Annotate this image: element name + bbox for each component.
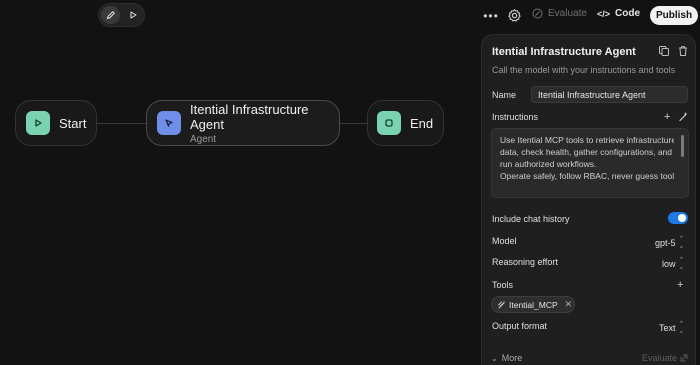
end-node[interactable]: End xyxy=(367,100,444,146)
name-label: Name xyxy=(492,90,517,100)
model-select[interactable]: gpt-5 ⌃ ⌄ xyxy=(655,236,684,250)
evaluate-link[interactable]: Evaluate xyxy=(642,353,688,363)
cursor-icon xyxy=(157,111,181,135)
code-icon: </> xyxy=(597,8,611,19)
output-format-select[interactable]: Text ⌃ ⌄ xyxy=(659,321,684,335)
chevron-down-icon: ⌄ xyxy=(491,353,498,363)
play-icon xyxy=(26,111,50,135)
pencil-icon xyxy=(106,10,115,20)
instructions-line: data, check health, gather configuration… xyxy=(500,147,673,157)
magic-wand-icon[interactable] xyxy=(678,111,689,122)
more-label: More xyxy=(501,353,523,363)
reasoning-effort-select[interactable]: low ⌃ ⌄ xyxy=(662,257,684,271)
instructions-line: Operate safely, follow RBAC, never guess… xyxy=(500,171,674,181)
trash-icon[interactable] xyxy=(677,45,689,57)
edit-mode-button[interactable] xyxy=(101,6,120,24)
instructions-scrollbar[interactable] xyxy=(681,135,684,157)
node-properties-panel: Itential Infrastructure Agent Call the m… xyxy=(481,34,696,365)
edge-start-agent xyxy=(97,123,146,124)
copy-icon[interactable] xyxy=(658,45,670,57)
publish-button[interactable]: Publish xyxy=(650,6,698,25)
instructions-label: Instructions xyxy=(492,112,539,122)
edge-agent-end xyxy=(340,123,367,124)
include-chat-history-label: Include chat history xyxy=(492,214,570,224)
workflow-canvas[interactable]: Start Itential Infrastructure Agent Agen… xyxy=(0,0,480,365)
evaluate-link-label: Evaluate xyxy=(642,353,678,363)
end-node-label: End xyxy=(410,115,434,131)
model-label: Model xyxy=(492,236,517,246)
start-node[interactable]: Start xyxy=(15,100,97,146)
tools-label: Tools xyxy=(492,280,514,290)
top-toolbar: ••• Evaluate </> Code Publish xyxy=(480,0,700,32)
mcp-icon xyxy=(498,301,505,309)
panel-title: Itential Infrastructure Agent xyxy=(492,46,636,58)
play-icon xyxy=(130,11,136,19)
include-chat-history-toggle[interactable] xyxy=(668,212,688,224)
output-format-value: Text xyxy=(659,323,676,333)
add-tool-icon[interactable]: + xyxy=(677,279,683,291)
evaluate-icon xyxy=(532,8,543,19)
more-toggle[interactable]: ⌄ More xyxy=(491,353,522,363)
tool-name: Itential_MCP xyxy=(509,299,558,310)
name-field[interactable]: Itential Infrastructure Agent xyxy=(531,86,688,103)
agent-node-type: Agent xyxy=(190,133,217,145)
gear-icon[interactable] xyxy=(507,8,522,23)
chevron-updown-icon: ⌃ ⌄ xyxy=(678,236,685,250)
instructions-line: run authorized workflows. xyxy=(500,159,597,169)
evaluate-button[interactable]: Evaluate xyxy=(532,8,587,19)
add-instruction-icon[interactable]: + xyxy=(664,111,670,123)
model-value: gpt-5 xyxy=(655,238,676,248)
chevron-updown-icon: ⌃ ⌄ xyxy=(678,257,685,271)
stop-icon xyxy=(377,111,401,135)
code-label: Code xyxy=(615,8,641,19)
instructions-textarea[interactable]: Use Itential MCP tools to retrieve infra… xyxy=(491,128,689,198)
mode-toggle xyxy=(98,3,145,27)
agent-node[interactable]: Itential Infrastructure Agent Agent xyxy=(146,100,340,146)
reasoning-effort-value: low xyxy=(662,259,676,269)
output-format-label: Output format xyxy=(492,321,548,331)
agent-node-label: Itential Infrastructure Agent xyxy=(190,101,309,132)
reasoning-effort-label: Reasoning effort xyxy=(492,257,558,267)
remove-tool-icon[interactable]: ✕ xyxy=(565,299,573,310)
tool-chip[interactable]: Itential_MCP ✕ xyxy=(491,296,575,313)
start-node-label: Start xyxy=(59,115,87,131)
external-link-icon xyxy=(680,354,688,362)
chevron-updown-icon: ⌃ ⌄ xyxy=(678,321,685,335)
ellipsis-icon[interactable]: ••• xyxy=(483,9,498,23)
run-mode-button[interactable] xyxy=(123,6,142,24)
code-button[interactable]: </> Code xyxy=(597,8,640,19)
evaluate-label: Evaluate xyxy=(548,8,587,19)
panel-description: Call the model with your instructions an… xyxy=(492,65,676,75)
instructions-line: Use Itential MCP tools to retrieve infra… xyxy=(500,135,674,145)
